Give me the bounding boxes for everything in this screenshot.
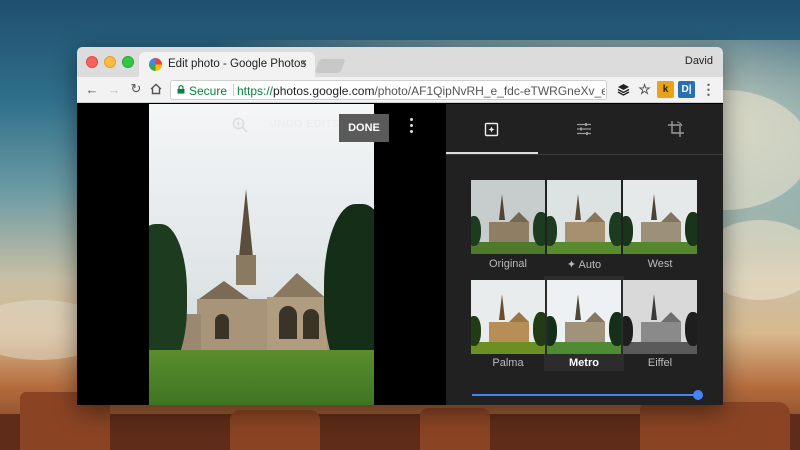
done-button[interactable]: DONE xyxy=(339,114,389,142)
omnibox-divider xyxy=(233,84,234,96)
filter-intensity-slider-track[interactable] xyxy=(472,394,698,396)
edited-photo xyxy=(149,104,374,405)
tab-filters[interactable] xyxy=(446,104,538,154)
tab-bar: Edit photo - Google Photos × David xyxy=(77,47,723,77)
new-tab-button[interactable] xyxy=(314,59,346,73)
k-extension-icon[interactable]: k xyxy=(657,81,674,98)
desktop-mesa xyxy=(640,402,790,450)
back-icon[interactable]: ← xyxy=(83,80,101,98)
lock-icon xyxy=(177,85,185,94)
browser-toolbar: ← → ↻ Secure https://photos.google.com/p… xyxy=(77,77,723,103)
tab-crop[interactable] xyxy=(630,104,722,154)
profile-name[interactable]: David xyxy=(685,55,713,67)
minimize-window-button[interactable] xyxy=(104,56,116,68)
secure-label: Secure xyxy=(189,84,228,98)
photo-editor: UNDO EDITS DONE Original ✦ Auto West Pal… xyxy=(77,104,723,405)
panel-divider xyxy=(446,154,723,155)
filter-thumb-west[interactable] xyxy=(623,180,697,254)
forward-icon[interactable]: → xyxy=(105,80,123,98)
chrome-menu-icon[interactable]: ⋮ xyxy=(700,81,717,98)
filter-thumb-auto[interactable] xyxy=(547,180,621,254)
url-path: /photo/AF1QipNvRH_e_fdc-eTWRGneXv_eZwC..… xyxy=(374,84,605,98)
photo-canvas: UNDO EDITS DONE xyxy=(77,104,445,405)
filter-label-eiffel: Eiffel xyxy=(647,357,673,369)
auto-sparkle-icon: ✦ xyxy=(566,259,577,271)
filter-thumb-original[interactable] xyxy=(471,180,545,254)
desktop-mesa xyxy=(230,410,320,450)
photo-lawn xyxy=(149,350,374,405)
zoom-icon[interactable] xyxy=(231,116,249,134)
browser-tab-active[interactable]: Edit photo - Google Photos × xyxy=(139,52,315,77)
zoom-window-button[interactable] xyxy=(122,56,134,68)
crop-rotate-icon xyxy=(668,121,684,137)
dt-extension-icon[interactable]: D| xyxy=(678,81,695,98)
tab-adjustments[interactable] xyxy=(538,104,630,154)
edit-panel: Original ✦ Auto West Palma Metro Eiffel xyxy=(446,104,723,405)
close-window-button[interactable] xyxy=(86,56,98,68)
home-icon[interactable] xyxy=(147,80,165,98)
browser-window: Edit photo - Google Photos × David ← → ↻… xyxy=(77,47,723,405)
undo-edits-button[interactable]: UNDO EDITS xyxy=(269,118,340,130)
filter-label-auto-text: Auto xyxy=(578,259,602,271)
photo-filter-icon xyxy=(484,122,499,137)
bookmark-star-icon[interactable]: ☆ xyxy=(636,81,653,98)
filter-thumb-metro[interactable] xyxy=(547,280,621,354)
filter-label-west: West xyxy=(647,258,673,270)
desktop-mesa xyxy=(420,408,490,450)
filter-intensity-slider-handle[interactable] xyxy=(693,390,703,400)
filter-thumb-palma[interactable] xyxy=(471,280,545,354)
filter-thumb-eiffel[interactable] xyxy=(623,280,697,354)
tab-close-icon[interactable]: × xyxy=(301,57,307,69)
tab-title: Edit photo - Google Photos xyxy=(168,58,307,70)
sliders-icon xyxy=(577,123,591,135)
url-text: https://photos.google.com/photo/AF1QipNv… xyxy=(237,84,605,98)
google-photos-favicon-icon xyxy=(149,58,162,71)
reload-icon[interactable]: ↻ xyxy=(127,80,145,98)
url-scheme: https:// xyxy=(237,84,274,98)
address-bar[interactable]: Secure https://photos.google.com/photo/A… xyxy=(170,80,607,100)
url-host: photos.google.com xyxy=(273,84,375,98)
buffer-stack-icon[interactable] xyxy=(615,81,632,98)
more-options-icon[interactable] xyxy=(409,118,415,134)
